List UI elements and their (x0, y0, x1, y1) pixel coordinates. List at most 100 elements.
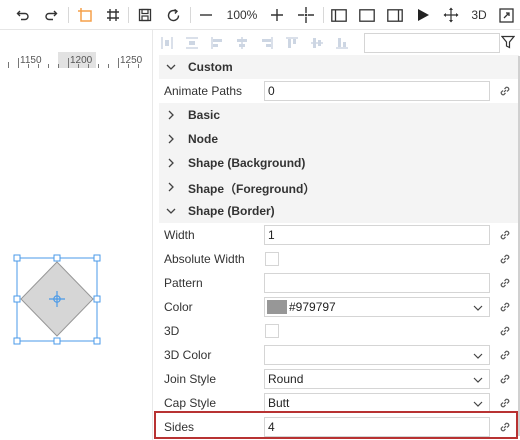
ruler-label: 1150 (20, 55, 42, 66)
link-icon[interactable] (498, 396, 512, 410)
save-icon[interactable] (135, 4, 155, 26)
ruler-tick (18, 58, 19, 68)
ruler-tick (58, 64, 59, 68)
group-custom[interactable]: Custom (159, 55, 519, 79)
join-style-value: Round (268, 372, 304, 386)
3d-color-select[interactable] (264, 345, 490, 365)
toolbar-separator (68, 7, 69, 23)
group-title: Shape (Background) (188, 156, 306, 170)
prop-label: Join Style (164, 372, 217, 386)
toolbar-separator (190, 7, 191, 23)
canvas[interactable] (0, 70, 152, 440)
3d-checkbox[interactable] (265, 324, 279, 338)
chevron-down-icon (166, 64, 176, 70)
ruler-label: 1200 (70, 55, 93, 66)
align-center-icon[interactable] (236, 37, 248, 49)
view-left-icon[interactable] (329, 4, 349, 26)
prop-row-color: Color #979797 (159, 295, 519, 319)
group-title: Shape（Foreground） (188, 182, 316, 196)
chevron-down-icon (473, 353, 483, 359)
link-icon[interactable] (498, 372, 512, 386)
link-icon[interactable] (498, 324, 512, 338)
chevron-down-icon (166, 208, 176, 214)
link-icon[interactable] (498, 252, 512, 266)
toolbar-separator (128, 7, 129, 23)
prop-row-animate-paths: Animate Paths 0 (159, 79, 519, 103)
chevron-down-icon (473, 401, 483, 407)
ruler-tick (8, 62, 9, 68)
color-value: #979797 (289, 300, 336, 314)
link-icon[interactable] (498, 84, 512, 98)
group-basic[interactable]: Basic (159, 103, 519, 127)
group-shape-background[interactable]: Shape (Background) (159, 151, 519, 175)
prop-label: 3D Color (164, 348, 212, 362)
group-title: Node (188, 132, 218, 146)
filter-icon[interactable] (501, 35, 515, 49)
prop-label: Pattern (164, 276, 203, 290)
ruler-tick (118, 58, 119, 68)
align-left-icon[interactable] (211, 37, 223, 49)
prop-row-absolute-width: Absolute Width (159, 247, 519, 271)
link-icon[interactable] (498, 300, 512, 314)
chevron-down-icon (473, 305, 483, 311)
grid-icon[interactable] (103, 4, 123, 26)
prop-label: Absolute Width (164, 252, 245, 266)
prop-label: Width (164, 228, 195, 242)
align-bottom-icon[interactable] (336, 37, 348, 49)
prop-row-3d: 3D (159, 319, 519, 343)
play-icon[interactable] (413, 4, 433, 26)
zoom-out-icon[interactable] (197, 4, 215, 26)
selected-diamond-shape[interactable] (0, 70, 152, 440)
align-top-icon[interactable] (286, 37, 298, 49)
cap-style-value: Butt (268, 396, 290, 410)
chevron-right-icon (168, 182, 174, 192)
view-full-icon[interactable] (357, 4, 377, 26)
absolute-width-checkbox[interactable] (265, 252, 279, 266)
link-icon[interactable] (498, 276, 512, 290)
link-icon[interactable] (498, 348, 512, 362)
zoom-level: 100% (226, 8, 258, 22)
ruler-tick (68, 58, 69, 68)
property-panel: Custom Animate Paths 0 Basic Node Shape … (152, 30, 520, 440)
group-title: Basic (188, 108, 221, 122)
group-shape-border[interactable]: Shape (Border) (159, 199, 519, 223)
group-title: Shape (Border) (188, 204, 275, 218)
zoom-in-icon[interactable] (268, 4, 286, 26)
center-icon[interactable] (296, 4, 316, 26)
cap-style-select[interactable]: Butt (264, 393, 490, 413)
link-icon[interactable] (498, 228, 512, 242)
align-right-icon[interactable] (261, 37, 273, 49)
prop-label: Animate Paths (164, 84, 243, 98)
prop-row-3d-color: 3D Color (159, 343, 519, 367)
undo-icon[interactable] (14, 4, 32, 26)
align-distribute-vertical-icon[interactable] (186, 37, 198, 49)
group-shape-foreground[interactable]: Shape（Foreground） (159, 175, 519, 199)
animate-paths-input[interactable]: 0 (264, 81, 490, 101)
select-frame-icon[interactable] (75, 4, 95, 26)
toolbar: 100% 3D (0, 0, 520, 30)
join-style-select[interactable]: Round (264, 369, 490, 389)
fullscreen-icon[interactable] (496, 4, 516, 26)
ruler-tick (98, 64, 99, 68)
prop-label: 3D (164, 324, 180, 338)
chevron-right-icon (168, 134, 174, 144)
sides-row-highlight (154, 411, 518, 439)
prop-label: Cap Style (164, 396, 217, 410)
move-icon[interactable] (441, 4, 461, 26)
reset-icon[interactable] (163, 4, 183, 26)
align-distribute-horizontal-icon[interactable] (161, 37, 173, 49)
3d-toggle[interactable]: 3D (468, 4, 490, 26)
chevron-down-icon (473, 377, 483, 383)
redo-icon[interactable] (42, 4, 60, 26)
view-right-icon[interactable] (385, 4, 405, 26)
pattern-input[interactable] (264, 273, 490, 293)
width-input[interactable]: 1 (264, 225, 490, 245)
align-middle-icon[interactable] (311, 37, 323, 49)
group-node[interactable]: Node (159, 127, 519, 151)
property-filter-input[interactable] (364, 33, 500, 53)
ruler-tick (108, 64, 109, 68)
color-select[interactable]: #979797 (264, 297, 490, 317)
group-title: Custom (188, 60, 233, 74)
chevron-right-icon (168, 110, 174, 120)
ruler-tick (48, 64, 49, 68)
